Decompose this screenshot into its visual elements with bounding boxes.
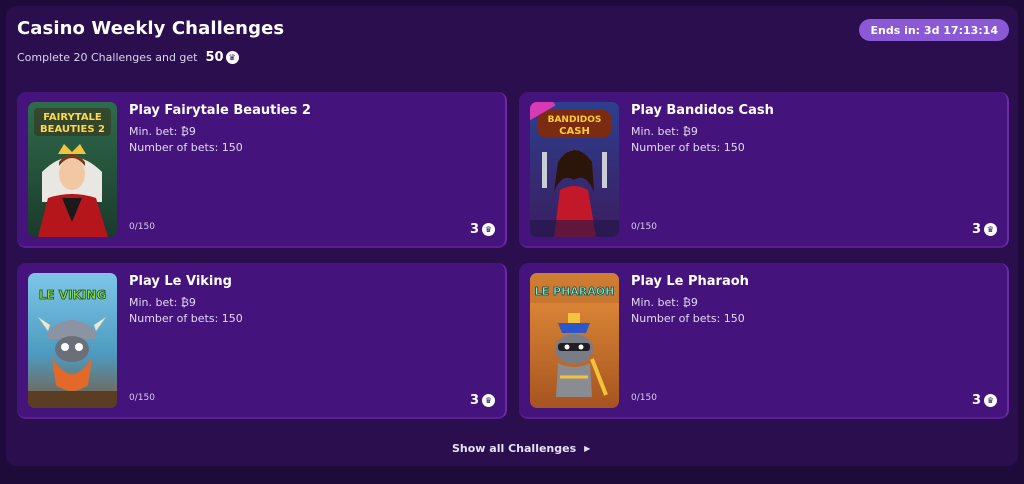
svg-text:CASH: CASH	[559, 126, 590, 137]
challenge-card[interactable]: LE PHARAOH Play Le Pharaoh Min. bet: ₿9 …	[519, 263, 1009, 419]
challenge-points: 3 ♛	[972, 222, 997, 237]
min-bet: Min. bet: ₿9	[631, 125, 698, 138]
points-value: 3	[971, 393, 981, 408]
challenge-progress: 0/150	[129, 393, 155, 403]
points-value: 3	[971, 222, 981, 237]
challenge-progress: 0/150	[631, 393, 657, 403]
countdown-badge: Ends in: 3d 17:13:14	[859, 19, 1009, 41]
challenge-progress: 0/150	[631, 222, 657, 232]
challenge-title: Play Fairytale Beauties 2	[129, 103, 311, 118]
number-of-bets: Number of bets: 150	[129, 312, 243, 325]
page-title: Casino Weekly Challenges	[17, 18, 285, 39]
crown-icon: ♛	[984, 394, 997, 407]
number-of-bets: Number of bets: 150	[129, 141, 243, 154]
challenge-title: Play Le Viking	[129, 274, 232, 289]
challenge-points: 3 ♛	[972, 393, 997, 408]
number-of-bets: Number of bets: 150	[631, 312, 745, 325]
show-all-challenges-link[interactable]: Show all Challenges ▶	[452, 442, 590, 455]
crown-icon: ♛	[225, 51, 239, 64]
challenge-card[interactable]: LE VIKING Play Le Viking Min. bet: ₿9 Nu…	[17, 263, 507, 419]
subtitle-text: Complete 20 Challenges and get	[17, 51, 198, 64]
game-thumbnail-bandidos-cash[interactable]: BANDIDOS CASH	[530, 102, 619, 237]
game-logo-text: BANDIDOS	[548, 115, 602, 125]
game-logo-text: FAIRYTALE	[43, 112, 102, 123]
crown-icon: ♛	[482, 223, 495, 236]
game-logo-text: LE PHARAOH	[535, 285, 615, 298]
points-value: 3	[469, 393, 479, 408]
svg-text:BEAUTIES 2: BEAUTIES 2	[40, 124, 105, 135]
challenge-title: Play Bandidos Cash	[631, 103, 774, 118]
challenge-card[interactable]: FAIRYTALE BEAUTIES 2 Play Fairytale Beau…	[17, 92, 507, 248]
challenge-progress: 0/150	[129, 222, 155, 232]
caret-right-icon: ▶	[584, 444, 591, 453]
crown-icon: ♛	[482, 394, 495, 407]
game-logo-text: LE VIKING	[39, 288, 106, 302]
show-all-label: Show all Challenges	[452, 442, 577, 455]
challenge-title: Play Le Pharaoh	[631, 274, 749, 289]
min-bet: Min. bet: ₿9	[129, 125, 196, 138]
min-bet: Min. bet: ₿9	[631, 296, 698, 309]
challenge-reward-summary: Complete 20 Challenges and get 50 ♛	[17, 50, 239, 65]
reward-total: 50 ♛	[205, 50, 239, 65]
points-value: 3	[469, 222, 479, 237]
challenge-points: 3 ♛	[470, 222, 495, 237]
weekly-challenges-panel: Casino Weekly Challenges Complete 20 Cha…	[6, 6, 1018, 466]
reward-total-value: 50	[205, 50, 224, 65]
challenge-card[interactable]: BANDIDOS CASH Play Bandidos Cash Min. be…	[519, 92, 1009, 248]
challenge-points: 3 ♛	[470, 393, 495, 408]
game-thumbnail-le-pharaoh[interactable]: LE PHARAOH	[530, 273, 619, 408]
game-thumbnail-fairytale-beauties[interactable]: FAIRYTALE BEAUTIES 2	[28, 102, 117, 237]
min-bet: Min. bet: ₿9	[129, 296, 196, 309]
game-thumbnail-le-viking[interactable]: LE VIKING	[28, 273, 117, 408]
number-of-bets: Number of bets: 150	[631, 141, 745, 154]
crown-icon: ♛	[984, 223, 997, 236]
